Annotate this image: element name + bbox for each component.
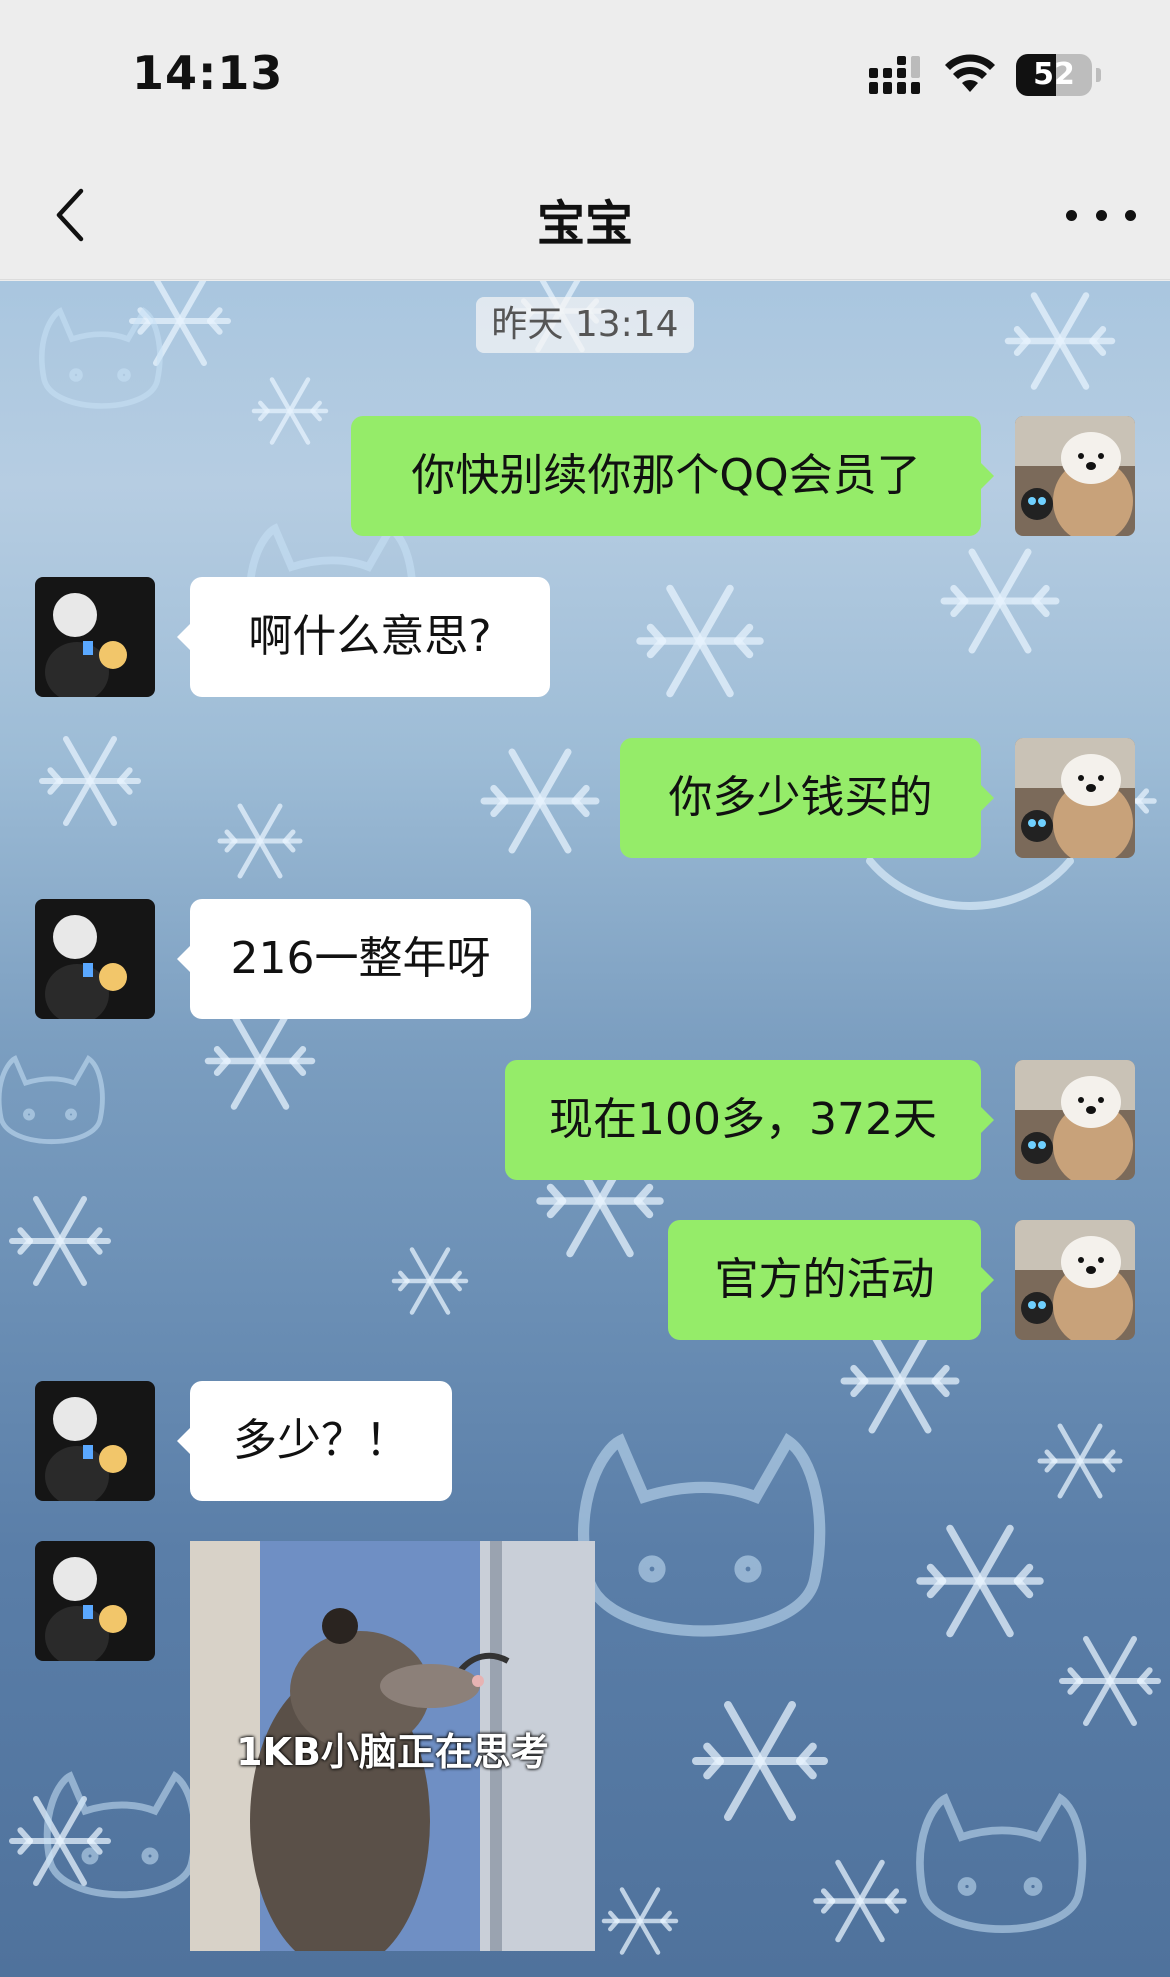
sticker-message[interactable]: 1KB小脑正在思考 (190, 1541, 595, 1951)
dog-avatar-icon (1015, 738, 1135, 858)
contact-avatar[interactable] (35, 577, 155, 697)
outgoing-message[interactable]: 官方的活动 (668, 1220, 994, 1340)
person-avatar-icon (35, 1541, 155, 1661)
person-avatar-icon (35, 1381, 155, 1501)
chevron-left-icon (56, 188, 84, 242)
status-bar: 14:13 52 (0, 0, 1170, 150)
chat-header: 宝宝 (0, 150, 1170, 280)
contact-avatar[interactable] (35, 1381, 155, 1501)
more-dots-icon (1066, 209, 1077, 221)
my-avatar[interactable] (1015, 738, 1135, 858)
outgoing-message[interactable]: 现在100多，372天 (505, 1060, 994, 1180)
more-options-button[interactable] (1066, 190, 1136, 240)
back-button[interactable] (40, 180, 100, 250)
my-avatar[interactable] (1015, 1060, 1135, 1180)
dog-avatar-icon (1015, 1220, 1135, 1340)
chat-title: 宝宝 (536, 196, 633, 252)
my-avatar[interactable] (1015, 1220, 1135, 1340)
contact-avatar[interactable] (35, 1541, 155, 1661)
incoming-message[interactable]: 多少？！ (177, 1381, 452, 1501)
battery-percent: 52 (1033, 57, 1075, 92)
message-timestamp: 昨天 13:14 (476, 297, 694, 353)
person-avatar-icon (35, 577, 155, 697)
contact-avatar[interactable] (35, 899, 155, 1019)
cellular-signal-icon (869, 56, 920, 94)
incoming-message[interactable]: 啊什么意思? (177, 577, 550, 697)
person-avatar-icon (35, 899, 155, 1019)
wifi-icon (945, 54, 995, 92)
status-time: 14:13 (132, 46, 284, 100)
outgoing-message[interactable]: 你快别续你那个QQ会员了 (351, 416, 994, 536)
outgoing-message[interactable]: 你多少钱买的 (620, 738, 994, 858)
sticker-caption: 1KB小脑正在思考 (236, 1730, 549, 1774)
chat-area[interactable]: 昨天 13:14 你快别续你那个QQ会员了 啊什么意思? 你多少钱买的 216一… (0, 281, 1170, 1977)
incoming-message[interactable]: 216一整年呀 (177, 899, 531, 1019)
dog-avatar-icon (1015, 416, 1135, 536)
battery-icon: 52 (1016, 54, 1101, 96)
my-avatar[interactable] (1015, 416, 1135, 536)
dog-avatar-icon (1015, 1060, 1135, 1180)
